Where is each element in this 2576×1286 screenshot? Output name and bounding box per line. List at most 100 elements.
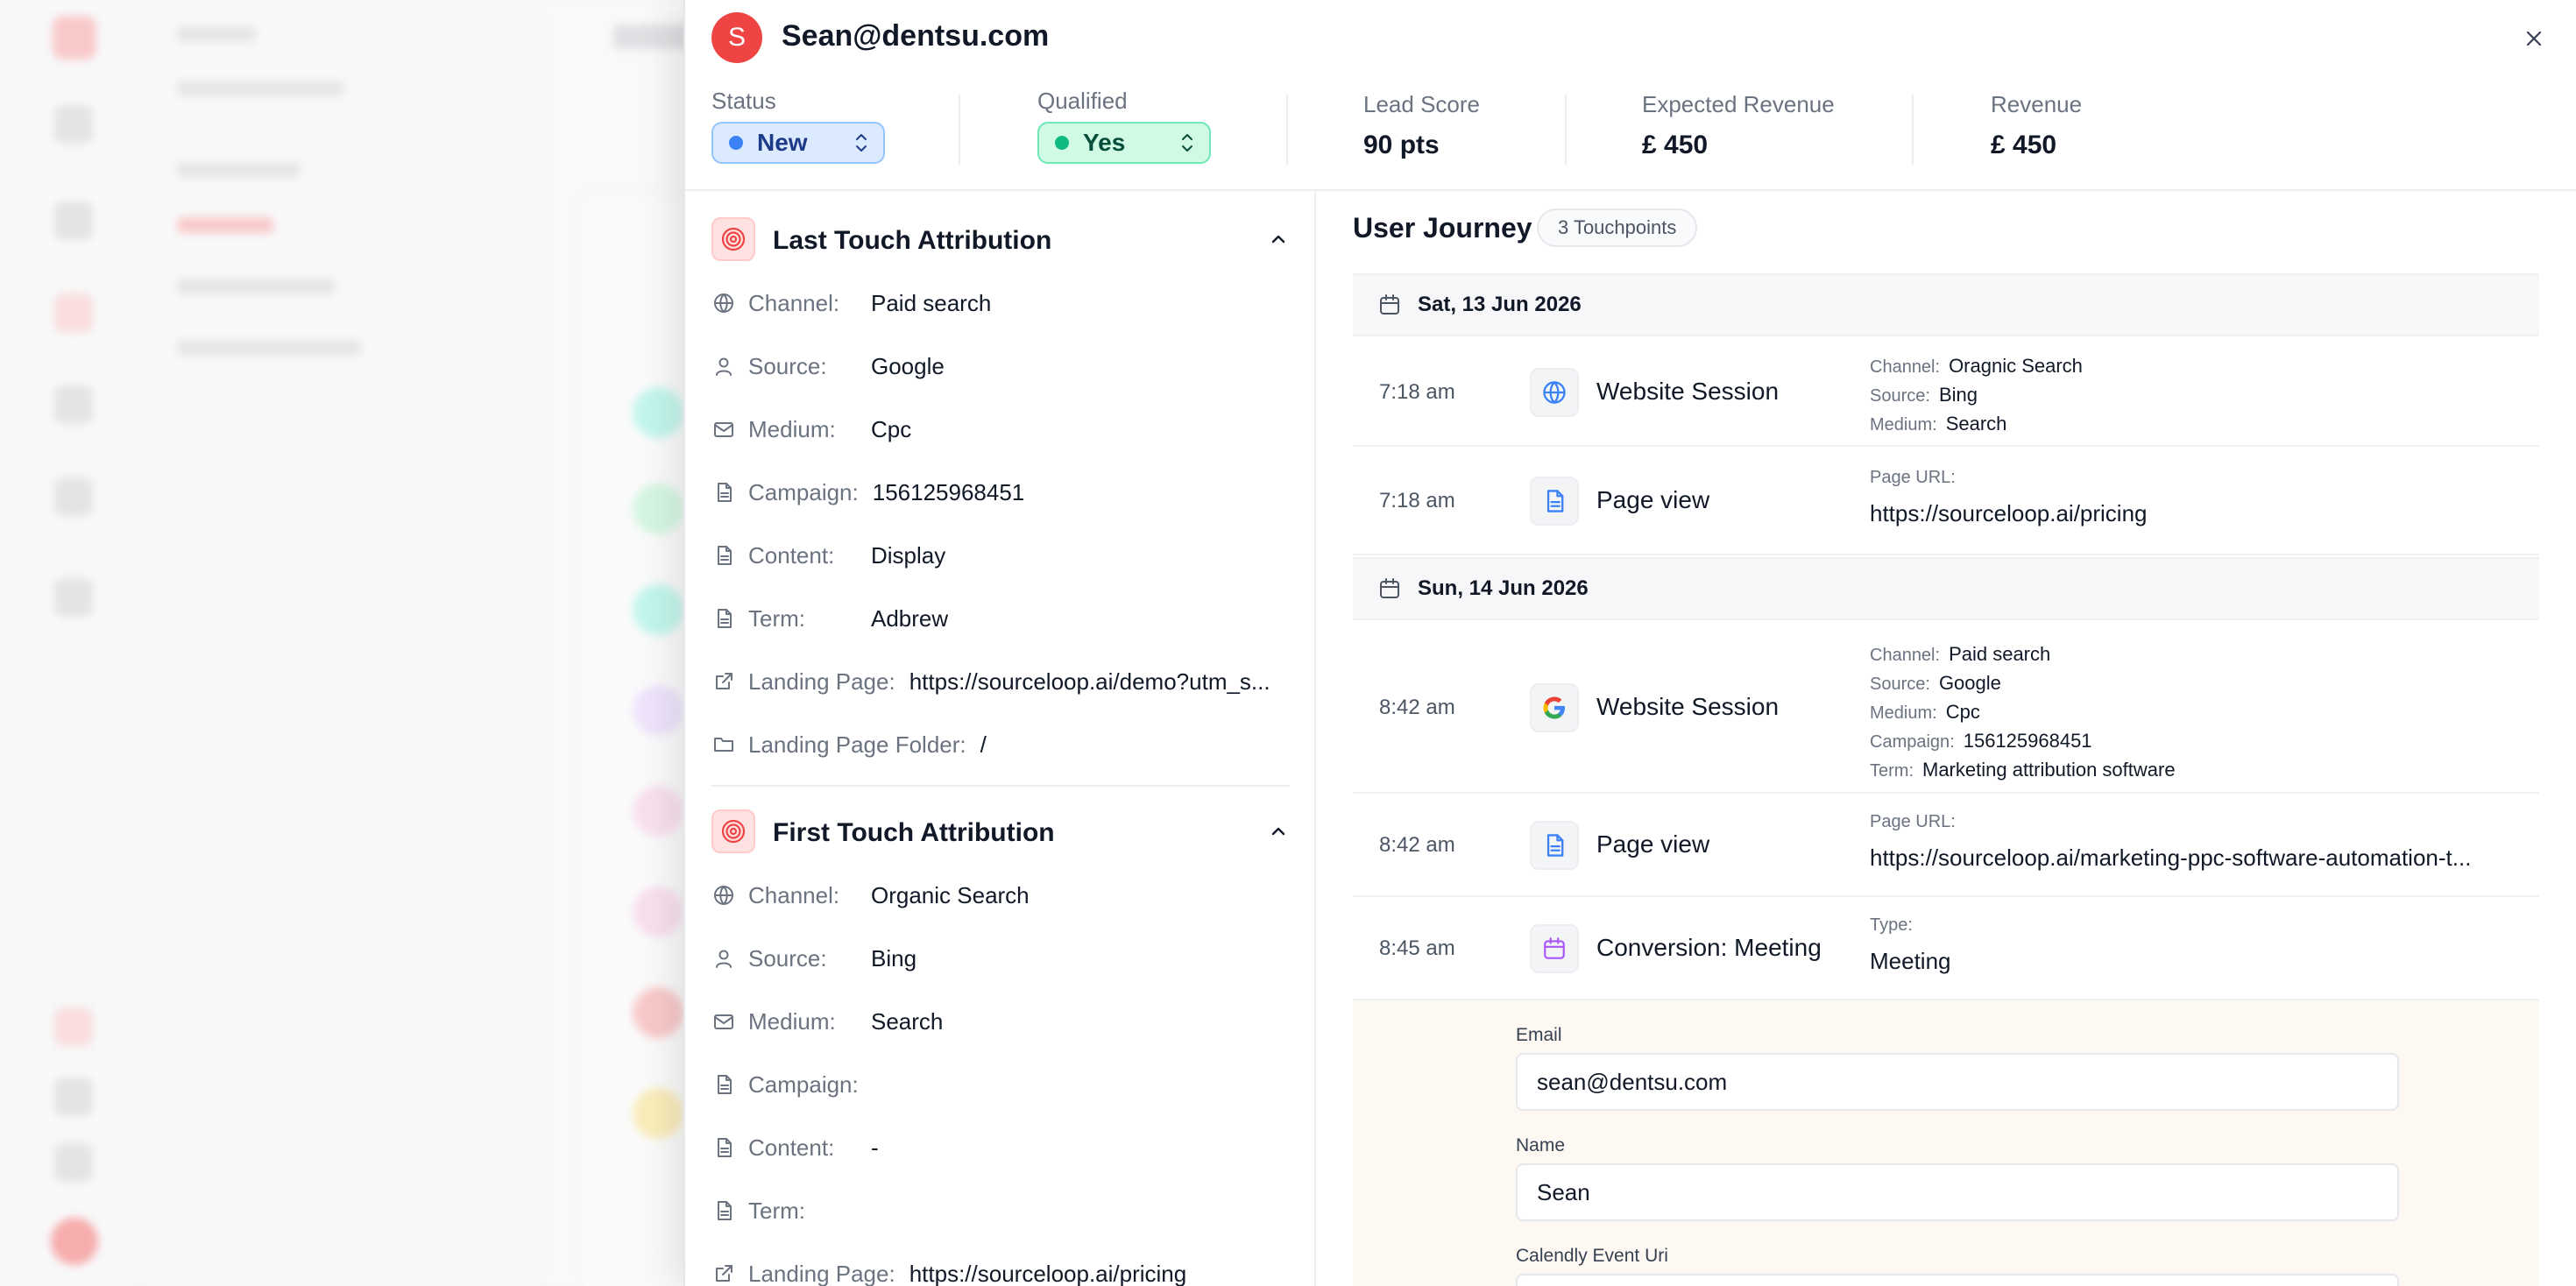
attribution-value: Display (871, 541, 946, 569)
event-details: Channel: Oragnic Search Source: Bing Medium:… (1870, 352, 2083, 439)
bg-nav-item (54, 385, 93, 424)
attribution-row: Content: Display (711, 538, 1290, 573)
attribution-key: Landing Page: (748, 1260, 895, 1286)
detail-line: Medium: Search (1870, 410, 2083, 439)
attribution-key: Campaign: (748, 1070, 859, 1098)
status-select[interactable]: New (711, 122, 885, 164)
journey-event[interactable]: 8:45 am Conversion: Meeting Type: Meeting (1353, 897, 2539, 1000)
detail-line: Campaign: 156125968451 (1870, 727, 2176, 756)
file-icon (711, 480, 736, 505)
calendly-label: Calendly Event Uri (1516, 1246, 1668, 1266)
file-icon (711, 1198, 736, 1223)
event-time: 7:18 am (1379, 380, 1455, 404)
attribution-value: - (871, 1134, 879, 1161)
chevron-up-icon[interactable] (1267, 228, 1290, 251)
chevron-up-icon[interactable] (1267, 820, 1290, 843)
bg-nav-item (54, 1007, 93, 1046)
attribution-key: Content: (748, 1134, 835, 1161)
page-url-link[interactable]: https://sourceloop.ai/marketing-ppc-soft… (1870, 844, 2518, 872)
qualified-label: Qualified (1037, 88, 1128, 114)
bg-dot (633, 1088, 683, 1139)
attribution-key: Channel: (748, 881, 840, 908)
attribution-key: Campaign: (748, 478, 859, 505)
event-details: Page URL: https://sourceloop.ai/pricing (1870, 468, 2518, 527)
detail-line: Channel: Oragnic Search (1870, 352, 2083, 381)
event-details: Channel: Paid search Source: Google Medium: C… (1870, 640, 2176, 785)
attribution-key: Term: (748, 1197, 805, 1224)
detail-key: Type: (1870, 915, 1913, 935)
calendly-field[interactable] (1516, 1274, 2399, 1286)
event-name: Conversion: Meeting (1596, 934, 1822, 961)
bg-nav-item (54, 105, 93, 144)
bg-nav-item (54, 293, 93, 332)
attribution-key: Channel: (748, 289, 840, 316)
attribution-row: Content: - (711, 1130, 1290, 1165)
attribution-value: Adbrew (871, 604, 949, 632)
calendar-icon (1530, 924, 1579, 973)
detail-value: Cpc (1945, 700, 1980, 723)
globe-icon (711, 883, 736, 908)
lead-score-label: Lead Score (1363, 91, 1480, 117)
page-url-link[interactable]: https://sourceloop.ai/pricing (1870, 500, 2518, 527)
avatar: S (711, 12, 762, 63)
attribution-value: Bing (871, 944, 917, 972)
journey-event[interactable]: 7:18 am Website Session Channel: Oragnic Se… (1353, 338, 2539, 447)
attribution-key: Term: (748, 604, 805, 632)
detail-key: Medium: (1870, 703, 1937, 723)
bg-line (177, 81, 343, 96)
bg-line (177, 26, 256, 42)
lead-detail-panel: S Sean@dentsu.com Status New Qualified Y… (683, 0, 2576, 1286)
first-touch-header[interactable]: First Touch Attribution (711, 809, 1290, 853)
date-label: Sun, 14 Jun 2026 (1418, 576, 1589, 600)
attribution-value: Google (871, 352, 945, 379)
bg-line (177, 162, 300, 178)
detail-value: Bing (1938, 383, 1978, 406)
detail-line: Source: Bing (1870, 381, 2083, 410)
attribution-value: https://sourceloop.ai/demo?utm_s... (909, 668, 1270, 695)
close-button[interactable] (2518, 23, 2550, 54)
status-value: New (757, 129, 808, 156)
attribution-key: Landing Page: (748, 668, 895, 695)
chevron-up-down-icon (853, 131, 869, 154)
chevron-up-down-icon (1179, 131, 1195, 154)
attribution-column: Last Touch Attribution Channel: Paid sear… (685, 191, 1316, 1286)
event-time: 7:18 am (1379, 489, 1455, 512)
detail-value: Paid search (1949, 642, 2051, 665)
stat-divider (1286, 95, 1288, 165)
first-touch-title: First Touch Attribution (773, 818, 1055, 847)
target-icon (711, 217, 755, 261)
last-touch-header[interactable]: Last Touch Attribution (711, 217, 1290, 261)
bg-dot (633, 685, 683, 736)
email-field[interactable]: sean@dentsu.com (1516, 1053, 2399, 1111)
detail-key: Page URL: (1870, 468, 1956, 487)
detail-line: Channel: Paid search (1870, 640, 2176, 669)
globe-icon (1530, 368, 1579, 417)
section-divider (711, 785, 1290, 787)
attribution-key: Source: (748, 352, 827, 379)
name-field[interactable]: Sean (1516, 1163, 2399, 1221)
bg-nav-item (54, 1143, 93, 1182)
detail-line: Medium: Cpc (1870, 698, 2176, 727)
event-time: 8:42 am (1379, 696, 1455, 719)
panel-header: S Sean@dentsu.com (685, 0, 2576, 75)
event-name: Website Session (1596, 378, 1780, 405)
expected-revenue-value: £ 450 (1642, 131, 1709, 159)
google-icon (1530, 683, 1579, 732)
journey-event[interactable]: 8:42 am Page view Page URL: https://sourcel… (1353, 794, 2539, 897)
attribution-value: https://sourceloop.ai/pricing (909, 1260, 1187, 1286)
date-header: Sun, 14 Jun 2026 (1353, 557, 2539, 620)
detail-key: Source: (1870, 385, 1930, 406)
journey-event[interactable]: 7:18 am Page view Page URL: https://sourcel… (1353, 447, 2539, 555)
date-label: Sat, 13 Jun 2026 (1418, 293, 1582, 316)
file-icon (711, 1135, 736, 1160)
name-label: Name (1516, 1135, 1566, 1155)
qualified-stat: Qualified Yes (1037, 88, 1211, 164)
detail-value: Marketing attribution software (1922, 758, 2176, 781)
detail-value: Google (1938, 671, 2001, 694)
external-link-icon (711, 669, 736, 694)
journey-event[interactable]: 8:42 am Website Session Channel: Paid searc… (1353, 622, 2539, 794)
attribution-row: Landing Page: https://sourceloop.ai/prici… (711, 1256, 1290, 1286)
page-title: Sean@dentsu.com (782, 19, 1050, 53)
qualified-select[interactable]: Yes (1037, 122, 1211, 164)
attribution-row: Term: (711, 1193, 1290, 1228)
